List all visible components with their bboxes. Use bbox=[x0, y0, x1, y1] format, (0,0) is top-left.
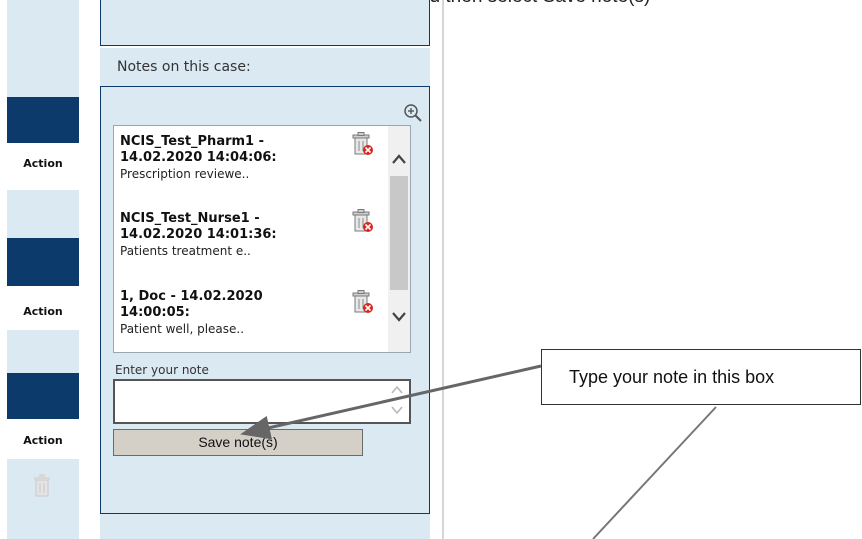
callout-arrow-line bbox=[240, 364, 542, 440]
callout-arrows bbox=[240, 364, 717, 539]
connector-line bbox=[592, 406, 717, 539]
